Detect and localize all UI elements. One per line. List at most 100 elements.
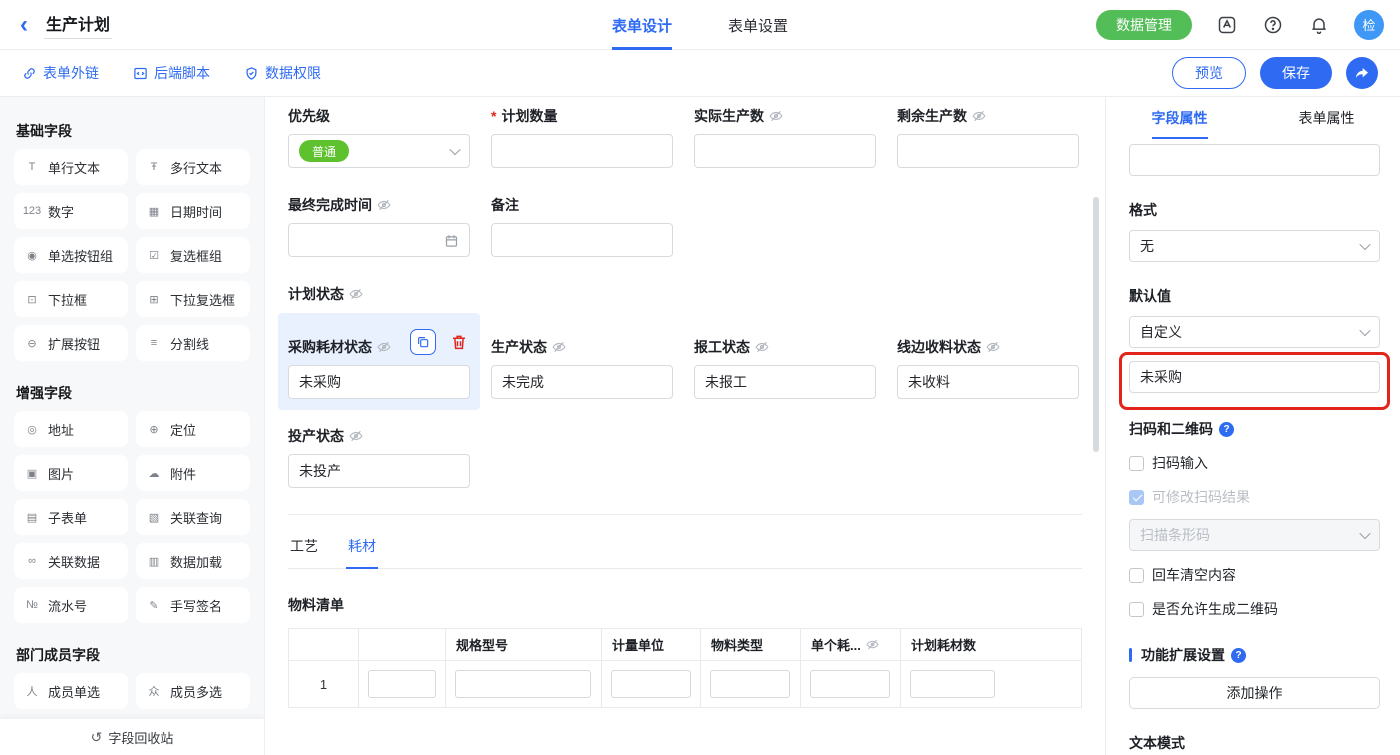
sidebar-item-serial-number[interactable]: №流水号 xyxy=(14,587,128,623)
share-button[interactable] xyxy=(1346,57,1378,89)
field-actual-production[interactable]: 实际生产数 xyxy=(694,107,876,168)
field-recycle-bin[interactable]: ↺ 字段回收站 xyxy=(0,719,264,755)
table-cell-input[interactable] xyxy=(368,670,436,698)
preview-button[interactable]: 预览 xyxy=(1172,57,1246,89)
field-report-status[interactable]: 报工状态 xyxy=(694,338,876,399)
sidebar-item-signature[interactable]: ✎手写签名 xyxy=(136,587,250,623)
sidebar-item-label: 下拉复选框 xyxy=(170,290,235,309)
checkbox-label: 扫码输入 xyxy=(1152,453,1208,473)
report-status-input[interactable] xyxy=(694,365,876,399)
final-finish-time-picker[interactable] xyxy=(288,223,470,257)
material-list-title: 物料清单 xyxy=(288,595,1105,615)
help-icon[interactable]: ? xyxy=(1219,422,1234,437)
field-label: 计划数量 xyxy=(501,106,557,126)
help-circle-icon[interactable] xyxy=(1262,14,1284,36)
field-plan-status-group[interactable]: 计划状态 xyxy=(288,285,1105,302)
field-remaining-production[interactable]: 剩余生产数 xyxy=(897,107,1079,168)
field-priority[interactable]: 优先级 普通 xyxy=(288,107,470,168)
table-cell-input-per-consume[interactable] xyxy=(810,670,890,698)
default-value-label: 默认值 xyxy=(1129,286,1380,306)
sidebar-item-single-line-text[interactable]: T单行文本 xyxy=(14,149,128,185)
add-action-button[interactable]: 添加操作 xyxy=(1129,677,1380,709)
delete-field-button[interactable] xyxy=(450,333,468,351)
tab-process[interactable]: 工艺 xyxy=(288,527,320,569)
canvas-scrollbar[interactable] xyxy=(1093,197,1099,452)
tab-form-properties[interactable]: 表单属性 xyxy=(1253,97,1400,139)
actual-production-input[interactable] xyxy=(694,134,876,168)
avatar[interactable]: 检 xyxy=(1354,10,1384,40)
eye-slash-icon xyxy=(377,198,391,212)
field-plan-quantity[interactable]: *计划数量 xyxy=(491,107,673,168)
page-title[interactable]: 生产计划 xyxy=(44,11,112,39)
sidebar-item-multi-line-text[interactable]: Ŧ多行文本 xyxy=(136,149,250,185)
sidebar-item-extend-button[interactable]: ⊖扩展按钮 xyxy=(14,325,128,361)
sidebar-item-address[interactable]: ◎地址 xyxy=(14,411,128,447)
table-cell-input-plan-consume[interactable] xyxy=(910,670,995,698)
sidebar-item-dropdown-multi[interactable]: ⊞下拉复选框 xyxy=(136,281,250,317)
sidebar-item-attachment[interactable]: ☁附件 xyxy=(136,455,250,491)
sidebar-item-radio-group[interactable]: ◉单选按钮组 xyxy=(14,237,128,273)
sidebar-item-divider[interactable]: ≡分割线 xyxy=(136,325,250,361)
form-external-link[interactable]: 表单外链 xyxy=(22,63,99,83)
sidebar-item-label: 成员单选 xyxy=(48,682,100,701)
sidebar-item-checkbox-group[interactable]: ☑复选框组 xyxy=(136,237,250,273)
translate-icon[interactable] xyxy=(1216,14,1238,36)
checkbox-enter-clear[interactable]: 回车清空内容 xyxy=(1129,565,1380,585)
default-custom-value-input[interactable] xyxy=(1129,361,1380,393)
code-icon xyxy=(133,66,148,81)
table-cell-input-type[interactable] xyxy=(710,670,790,698)
field-invest-status[interactable]: 投产状态 xyxy=(288,427,470,488)
sidebar-item-number[interactable]: 123数字 xyxy=(14,193,128,229)
panel-top-input[interactable] xyxy=(1129,144,1380,176)
field-label: 剩余生产数 xyxy=(897,106,967,126)
help-icon[interactable]: ? xyxy=(1231,648,1246,663)
plan-quantity-input[interactable] xyxy=(491,134,673,168)
format-select[interactable]: 无 xyxy=(1129,230,1380,262)
field-final-finish-time[interactable]: 最终完成时间 xyxy=(288,196,470,257)
sidebar-item-linked-data[interactable]: ∞关联数据 xyxy=(14,543,128,579)
sidebar-item-member-multi[interactable]: 众成员多选 xyxy=(136,673,250,709)
bell-icon[interactable] xyxy=(1308,14,1330,36)
material-table[interactable]: 规格型号 计量单位 物料类型 单个耗... 计划耗材数 1 xyxy=(288,628,1082,708)
sidebar-item-member-single[interactable]: 人成员单选 xyxy=(14,673,128,709)
field-remark[interactable]: 备注 xyxy=(491,196,673,257)
remaining-production-input[interactable] xyxy=(897,134,1079,168)
calendar-icon xyxy=(444,233,459,248)
sidebar-item-location[interactable]: ⊕定位 xyxy=(136,411,250,447)
priority-select[interactable]: 普通 xyxy=(288,134,470,168)
linked-query-icon: ▧ xyxy=(144,511,164,524)
tab-material[interactable]: 耗材 xyxy=(346,527,378,569)
table-cell-input-spec[interactable] xyxy=(455,670,591,698)
sidebar-item-datetime[interactable]: ▦日期时间 xyxy=(136,193,250,229)
data-permission-link[interactable]: 数据权限 xyxy=(244,63,321,83)
form-canvas[interactable]: 优先级 普通 *计划数量 实际生产数 剩余生产数 xyxy=(265,97,1105,755)
section-title-basic-fields: 基础字段 xyxy=(16,121,250,141)
sidebar-item-label: 关联查询 xyxy=(170,508,222,527)
data-manage-button[interactable]: 数据管理 xyxy=(1096,10,1192,40)
field-production-status[interactable]: 生产状态 xyxy=(491,338,673,399)
remark-input[interactable] xyxy=(491,223,673,257)
tab-form-design[interactable]: 表单设计 xyxy=(612,0,672,50)
field-purchase-material-status-selected[interactable]: 采购耗材状态 xyxy=(278,313,480,410)
checkbox-allow-qrcode[interactable]: 是否允许生成二维码 xyxy=(1129,599,1380,619)
sidebar-item-dropdown[interactable]: ⊡下拉框 xyxy=(14,281,128,317)
tab-field-properties[interactable]: 字段属性 xyxy=(1106,97,1253,139)
link-label: 数据权限 xyxy=(265,63,321,83)
invest-status-input[interactable] xyxy=(288,454,470,488)
line-receive-status-input[interactable] xyxy=(897,365,1079,399)
purchase-status-input[interactable] xyxy=(288,365,470,399)
backend-script-link[interactable]: 后端脚本 xyxy=(133,63,210,83)
production-status-input[interactable] xyxy=(491,365,673,399)
sidebar-item-data-load[interactable]: ▥数据加载 xyxy=(136,543,250,579)
tab-form-settings[interactable]: 表单设置 xyxy=(728,0,788,50)
back-icon[interactable]: ‹ xyxy=(16,13,32,37)
default-value-select[interactable]: 自定义 xyxy=(1129,316,1380,348)
sidebar-item-linked-query[interactable]: ▧ 关联查询 xyxy=(136,499,250,535)
save-button[interactable]: 保存 xyxy=(1260,57,1332,89)
copy-field-button[interactable] xyxy=(410,329,436,355)
sidebar-item-image[interactable]: ▣图片 xyxy=(14,455,128,491)
field-line-receive-status[interactable]: 线边收料状态 xyxy=(897,338,1079,399)
table-cell-input-unit[interactable] xyxy=(611,670,691,698)
checkbox-scan-input[interactable]: 扫码输入 xyxy=(1129,453,1380,473)
sidebar-item-subform[interactable]: ▤子表单 xyxy=(14,499,128,535)
